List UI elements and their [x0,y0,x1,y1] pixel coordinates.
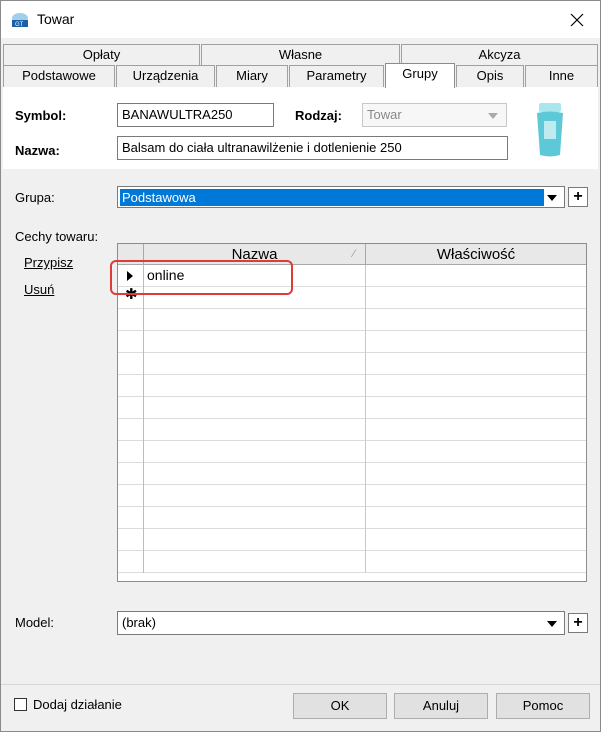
tab-opis[interactable]: Opis [456,65,524,87]
ok-button[interactable]: OK [293,693,387,719]
sort-indicator-icon: ⁄ [353,248,355,260]
table-row [118,353,586,375]
table-row [118,331,586,353]
tab-urzadzenia[interactable]: Urządzenia [116,65,215,87]
dropdown-arrow-icon [547,195,557,201]
table-row [118,419,586,441]
model-add-button[interactable]: + [568,613,588,633]
dialog-window: GT Towar Opłaty Własne Akcyza Podstawowe… [0,0,601,732]
cechy-label: Cechy towaru: [15,229,99,244]
cell-wlasciwosc[interactable] [366,287,586,309]
grupa-add-button[interactable]: + [568,187,588,207]
symbol-label: Symbol: [15,108,67,123]
nazwa-label: Nazwa: [15,143,60,158]
rodzaj-label: Rodzaj: [295,108,342,123]
tab-inne[interactable]: Inne [525,65,598,87]
dropdown-arrow-icon [488,113,498,119]
table-row [118,485,586,507]
annotation-highlight [110,260,293,295]
table-row [118,441,586,463]
dodaj-label: Dodaj działanie [33,697,122,712]
tab-miary[interactable]: Miary [216,65,288,87]
window-title: Towar [37,11,75,27]
dropdown-arrow-icon [547,621,557,627]
close-button[interactable] [554,1,600,38]
model-select[interactable]: (brak) [117,611,565,635]
cancel-button[interactable]: Anuluj [394,693,488,719]
table-row [118,375,586,397]
table-row [118,529,586,551]
symbol-field[interactable]: BANAWULTRA250 [117,103,274,127]
przypisz-link[interactable]: Przypisz [24,255,73,270]
dodaj-checkbox[interactable] [14,698,27,711]
table-row [118,463,586,485]
cell-wlasciwosc[interactable] [366,265,586,287]
tab-parametry[interactable]: Parametry [289,65,384,87]
tab-podstawowe[interactable]: Podstawowe [3,65,115,87]
column-header-wlasciwosc[interactable]: Właściwość [366,244,586,265]
table-row [118,551,586,573]
table-row [118,309,586,331]
table-row [118,507,586,529]
help-button[interactable]: Pomoc [496,693,590,719]
grupa-select[interactable]: Podstawowa [117,186,565,208]
grupa-label: Grupa: [15,190,55,205]
tab-wlasne[interactable]: Własne [201,44,400,66]
table-row [118,397,586,419]
rodzaj-select[interactable]: Towar [362,103,507,127]
app-icon: GT [11,12,29,28]
footer-divider [1,684,600,685]
model-label: Model: [15,615,55,630]
svg-text:GT: GT [15,22,24,28]
close-icon [570,13,584,27]
product-image [519,99,581,161]
usun-link[interactable]: Usuń [24,282,54,297]
title-bar: GT Towar [1,1,600,38]
nazwa-field[interactable]: Balsam do ciała ultranawilżenie i dotlen… [117,136,508,160]
tab-oplaty[interactable]: Opłaty [3,44,200,66]
tab-grupy[interactable]: Grupy [385,63,455,88]
